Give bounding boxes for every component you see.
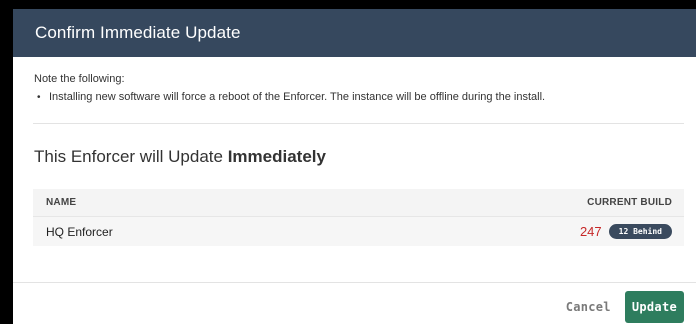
table-row: HQ Enforcer 247 12 Behind: [33, 217, 684, 246]
heading-emphasis: Immediately: [227, 147, 326, 166]
note-text: Installing new software will force a reb…: [49, 91, 546, 103]
build-cell: 247 12 Behind: [580, 224, 672, 239]
update-button[interactable]: Update: [624, 291, 684, 323]
enforcer-name: HQ Enforcer: [46, 224, 113, 239]
bullet-icon: •: [37, 92, 41, 103]
enforcer-table: NAME CURRENT BUILD HQ Enforcer 247 12 Be…: [33, 189, 684, 246]
note-item: • Installing new software will force a r…: [34, 91, 696, 103]
note-label: Note the following:: [34, 73, 125, 85]
table-header: NAME CURRENT BUILD: [33, 189, 684, 217]
note-list: • Installing new software will force a r…: [34, 91, 696, 103]
section-divider: [33, 123, 684, 124]
dialog-footer: Cancel Update: [566, 291, 684, 323]
cancel-button[interactable]: Cancel: [566, 300, 611, 314]
behind-badge: 12 Behind: [608, 224, 672, 239]
build-number: 247: [579, 224, 602, 239]
heading-text: This Enforcer will Update: [34, 147, 228, 166]
confirm-update-dialog: Confirm Immediate Update Note the follow…: [13, 9, 696, 324]
column-header-current-build: CURRENT BUILD: [587, 197, 672, 208]
dialog-body: Note the following: • Installing new sof…: [13, 73, 696, 103]
update-heading: This Enforcer will Update Immediately: [34, 147, 696, 167]
footer-divider: [13, 282, 696, 283]
dialog-header: Confirm Immediate Update: [13, 9, 696, 57]
column-header-name: NAME: [46, 197, 77, 208]
dialog-title: Confirm Immediate Update: [35, 23, 241, 42]
